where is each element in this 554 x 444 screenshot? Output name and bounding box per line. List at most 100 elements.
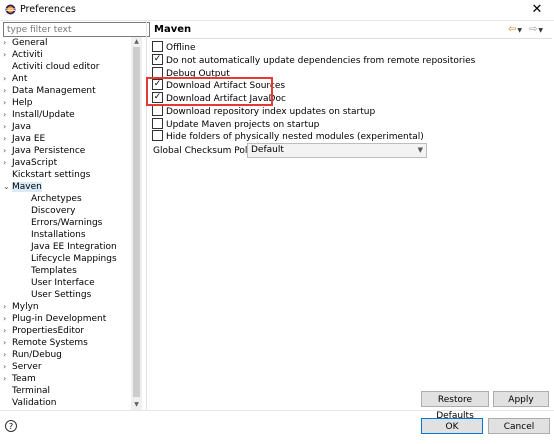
option-label: Hide folders of physically nested module… <box>166 132 424 142</box>
tree-item-label: Help <box>12 98 33 108</box>
collapse-arrow-icon[interactable]: › <box>3 145 12 157</box>
tree-item-label: Java <box>12 122 32 132</box>
tree-item-label: User Settings <box>31 290 92 300</box>
header-divider <box>150 38 552 39</box>
tree-item-label: User Interface <box>31 278 95 288</box>
option-checkbox-row[interactable]: Update Maven projects on startup <box>152 118 320 131</box>
option-label: Download repository index updates on sta… <box>166 107 376 117</box>
option-label: Do not automatically update dependencies… <box>166 56 476 66</box>
collapse-arrow-icon[interactable]: › <box>3 121 12 133</box>
help-icon[interactable]: ? <box>5 420 17 432</box>
collapse-arrow-icon[interactable]: › <box>3 337 12 349</box>
tree-item[interactable]: › Install/Update <box>3 109 75 121</box>
tree-item[interactable]: › Mylyn <box>3 301 39 313</box>
collapse-arrow-icon[interactable]: › <box>3 109 12 121</box>
tree-item[interactable]: Activiti cloud editor <box>3 61 99 73</box>
tree-item[interactable]: › General <box>3 37 47 49</box>
collapse-arrow-icon[interactable]: › <box>3 97 12 109</box>
tree-item[interactable]: Archetypes <box>22 193 82 205</box>
ok-button[interactable]: OK <box>421 418 483 434</box>
page-title: Maven <box>154 24 192 35</box>
checksum-policy-select[interactable]: Default ▼ <box>247 143 427 158</box>
option-checkbox-row[interactable]: ✓ Do not automatically update dependencie… <box>152 54 476 67</box>
tree-item[interactable]: › Remote Systems <box>3 337 88 349</box>
tree-item[interactable]: Errors/Warnings <box>22 217 102 229</box>
tree-item[interactable]: › JavaScript <box>3 157 57 169</box>
option-checkbox-row[interactable]: Offline <box>152 41 196 54</box>
tree-item-label: Installations <box>31 230 86 240</box>
forward-arrow-icon[interactable]: ⇨▼ <box>529 24 543 35</box>
tree-item[interactable]: Terminal <box>3 385 50 397</box>
tree-item[interactable]: › Help <box>3 97 33 109</box>
tree-item[interactable]: › Plug-in Development <box>3 313 106 325</box>
cancel-button[interactable]: Cancel <box>488 418 550 434</box>
tree-item-label: JavaScript <box>12 158 58 168</box>
checkbox-icon[interactable] <box>152 105 163 116</box>
tree-item-label: Java Persistence <box>12 146 86 156</box>
tree-item-label: Java EE <box>12 134 46 144</box>
checkbox-icon[interactable] <box>152 130 163 141</box>
collapse-arrow-icon[interactable]: › <box>3 73 12 85</box>
collapse-arrow-icon[interactable]: › <box>3 133 12 145</box>
collapse-arrow-icon[interactable]: › <box>3 37 12 49</box>
collapse-arrow-icon[interactable]: › <box>3 349 12 361</box>
tree-item[interactable]: › Data Management <box>3 85 96 97</box>
expand-arrow-icon[interactable]: ⌄ <box>3 181 12 193</box>
tree-item-label: Run/Debug <box>12 350 62 360</box>
tree-item[interactable]: › Activiti <box>3 49 43 61</box>
tree-item[interactable]: › Server <box>3 361 42 373</box>
scroll-up-icon[interactable]: ▲ <box>131 37 142 47</box>
tree-item[interactable]: Kickstart settings <box>3 169 90 181</box>
close-icon[interactable]: ✕ <box>529 2 545 18</box>
scroll-thumb[interactable] <box>133 47 140 397</box>
tree-item-label: Maven <box>12 182 42 192</box>
tree-item-label: Validation <box>12 398 57 408</box>
tree-item[interactable]: Templates <box>22 265 77 277</box>
collapse-arrow-icon[interactable]: › <box>3 373 12 385</box>
filter-input[interactable] <box>3 22 150 37</box>
collapse-arrow-icon[interactable]: › <box>3 85 12 97</box>
tree-item[interactable]: Installations <box>22 229 86 241</box>
option-checkbox-row[interactable]: Download repository index updates on sta… <box>152 105 376 118</box>
tree-item[interactable]: › Run/Debug <box>3 349 62 361</box>
tree-item[interactable]: Lifecycle Mappings <box>22 253 117 265</box>
option-checkbox-row[interactable]: Hide folders of physically nested module… <box>152 130 424 143</box>
chevron-down-icon[interactable]: ▼ <box>538 27 543 34</box>
tree-item[interactable]: Java EE Integration <box>22 241 117 253</box>
chevron-down-icon: ▼ <box>417 146 423 154</box>
checkbox-icon[interactable] <box>152 41 163 52</box>
tree-item-label: Discovery <box>31 206 76 216</box>
tree-item[interactable]: › PropertiesEditor <box>3 325 84 337</box>
collapse-arrow-icon[interactable]: › <box>3 361 12 373</box>
title-bar: Preferences ✕ <box>0 0 554 21</box>
tree-item[interactable]: › Java <box>3 121 31 133</box>
tree-item[interactable]: › Java Persistence <box>3 145 85 157</box>
back-arrow-icon[interactable]: ⇦▼ <box>508 24 522 35</box>
tree-item[interactable]: › Java EE <box>3 133 45 145</box>
tree-item[interactable]: Discovery <box>22 205 75 217</box>
collapse-arrow-icon[interactable]: › <box>3 49 12 61</box>
checkbox-icon[interactable] <box>152 118 163 129</box>
collapse-arrow-icon[interactable]: › <box>3 325 12 337</box>
option-label: Update Maven projects on startup <box>166 120 320 130</box>
tree-item[interactable]: ⌄ Maven <box>3 181 42 193</box>
chevron-down-icon[interactable]: ▼ <box>517 27 522 34</box>
apply-button[interactable]: Apply <box>493 391 549 407</box>
tree-scrollbar[interactable]: ▲ ▼ <box>131 37 142 410</box>
collapse-arrow-icon[interactable]: › <box>3 313 12 325</box>
tree-item[interactable]: User Interface <box>22 277 95 289</box>
checkbox-checked-icon[interactable]: ✓ <box>152 54 163 65</box>
window-title: Preferences <box>20 4 76 15</box>
scroll-down-icon[interactable]: ▼ <box>131 400 142 410</box>
page-header: Maven ⇦▼ ⇨▼ <box>152 22 550 38</box>
collapse-arrow-icon[interactable]: › <box>3 157 12 169</box>
checksum-value: Default <box>251 145 284 155</box>
tree-item[interactable]: User Settings <box>22 289 91 301</box>
tree-item[interactable]: Validation <box>3 397 56 409</box>
tree-item-label: Activiti cloud editor <box>12 62 100 72</box>
tree-item-label: Install/Update <box>12 110 75 120</box>
collapse-arrow-icon[interactable]: › <box>3 301 12 313</box>
restore-defaults-button[interactable]: Restore Defaults <box>421 391 489 421</box>
tree-item[interactable]: › Team <box>3 373 36 385</box>
tree-item[interactable]: › Ant <box>3 73 27 85</box>
